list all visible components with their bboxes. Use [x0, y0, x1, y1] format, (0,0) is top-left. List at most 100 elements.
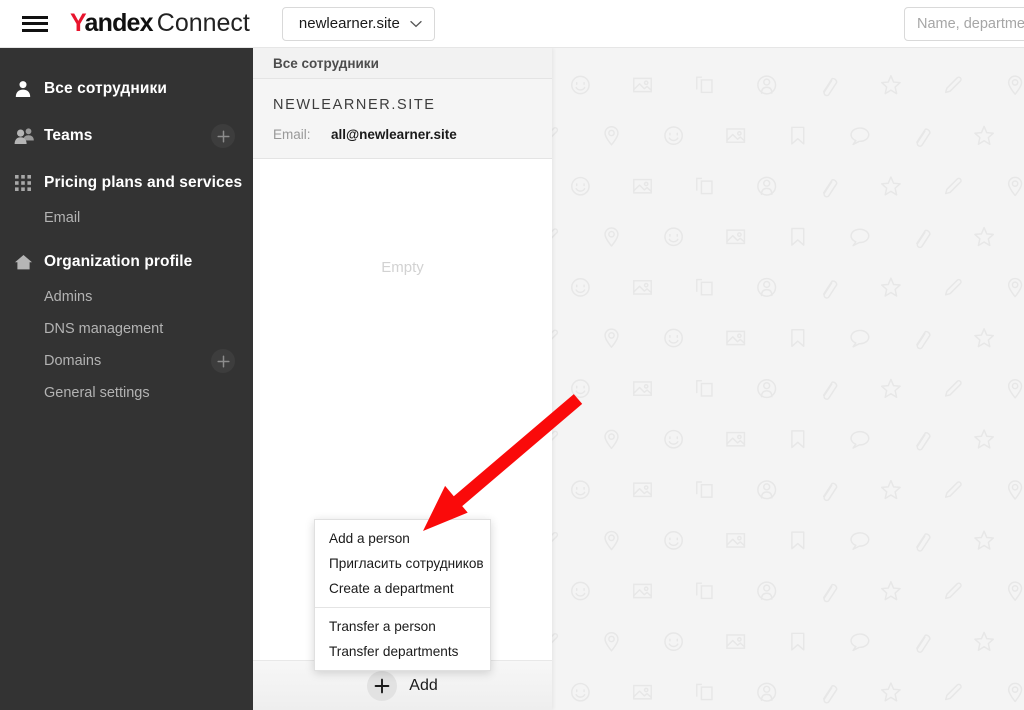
menu-item-transfer-departments[interactable]: Transfer departments [315, 639, 490, 664]
pencil-icon [944, 582, 962, 600]
pencil-icon [944, 76, 962, 94]
smiley-icon [664, 328, 683, 348]
avatar-icon [757, 480, 777, 500]
smiley-icon [664, 227, 683, 247]
email-row: Email: all@newlearner.site [273, 127, 532, 142]
sidebar-item-label: Teams [44, 127, 93, 144]
sidebar-item-label: Organization profile [44, 253, 193, 270]
star-icon [880, 682, 901, 702]
paperclip-icon [916, 229, 931, 249]
pin-icon [604, 227, 619, 247]
photo-icon [633, 77, 652, 93]
empty-state-label: Empty [381, 259, 424, 276]
grid-icon [14, 174, 44, 192]
pin-icon [1007, 682, 1023, 703]
speech-bubble-icon [850, 329, 870, 348]
email-label: Email: [273, 127, 311, 142]
sidebar-item-all-employees[interactable]: Все сотрудники [0, 70, 253, 108]
copy-icon [696, 380, 713, 397]
menu-item-add-a-person[interactable]: Add a person [315, 526, 490, 551]
smiley-icon [571, 581, 590, 601]
sidebar-item-general-settings[interactable]: General settings [0, 377, 253, 409]
paperclip-icon [822, 482, 838, 502]
email-value: all@newlearner.site [331, 127, 457, 142]
bookmark-icon [791, 632, 805, 651]
copy-icon [696, 278, 713, 296]
paperclip-icon [822, 381, 838, 400]
hamburger-icon[interactable] [22, 14, 48, 34]
sidebar-item-teams[interactable]: Teams [0, 117, 253, 155]
paperclip-icon [822, 583, 838, 603]
search-container [904, 7, 1024, 41]
smiley-icon [664, 632, 683, 651]
sidebar-item-domains[interactable]: Domains [0, 345, 253, 377]
photo-icon [633, 381, 652, 396]
pencil-icon [944, 278, 962, 296]
sidebar-item-email[interactable]: Email [0, 202, 253, 234]
smiley-icon [571, 682, 590, 702]
sidebar-item-label: Все сотрудники [44, 80, 167, 97]
org-selector[interactable]: newlearner.site [281, 6, 435, 41]
sidebar-item-organization-profile[interactable]: Organization profile [0, 243, 253, 281]
plus-icon [367, 670, 398, 701]
copy-icon [696, 177, 713, 195]
paperclip-icon [916, 634, 931, 653]
paperclip-icon [916, 533, 931, 552]
smiley-icon [571, 75, 590, 95]
paperclip-icon [822, 179, 838, 198]
paperclip-icon [916, 330, 931, 350]
sidebar-item-pricing-plans[interactable]: Pricing plans and services [0, 164, 253, 202]
breadcrumb[interactable]: Все сотрудники [253, 48, 552, 79]
pencil-icon [944, 481, 962, 498]
pin-icon [604, 328, 619, 348]
star-icon [974, 328, 995, 348]
sidebar-item-dns-management[interactable]: DNS management [0, 313, 253, 345]
smiley-icon [571, 379, 590, 398]
pencil-icon [944, 177, 962, 195]
paperclip-icon [916, 128, 931, 147]
menu-item-transfer-a-person[interactable]: Transfer a person [315, 614, 490, 639]
brand-letter-y: Y [70, 9, 85, 37]
pin-icon [1007, 277, 1023, 298]
pin-icon [604, 632, 619, 652]
avatar-icon [757, 581, 777, 601]
app-header: Yandex Connect newlearner.site [0, 0, 1024, 48]
org-selector-label: newlearner.site [298, 15, 400, 32]
smiley-icon [664, 429, 683, 449]
sidebar-item-admins[interactable]: Admins [0, 281, 253, 313]
star-icon [880, 479, 901, 500]
paperclip-icon [822, 77, 838, 97]
avatar-icon [757, 176, 777, 196]
avatar-icon [757, 277, 777, 297]
sidebar: Все сотрудники Teams Pricing plans and s… [0, 48, 253, 710]
avatar-icon [757, 75, 777, 95]
menu-item-invite-employees[interactable]: Пригласить сотрудников [315, 551, 490, 576]
menu-separator [315, 607, 490, 608]
pin-icon [1007, 480, 1023, 500]
star-icon [974, 226, 995, 247]
speech-bubble-icon [850, 228, 870, 247]
add-button-label: Add [409, 676, 438, 694]
photo-icon [726, 431, 746, 447]
brand-logo[interactable]: Yandex Connect [70, 9, 250, 38]
speech-bubble-icon [850, 532, 870, 550]
paperclip-icon [822, 280, 838, 299]
add-domain-button[interactable] [211, 349, 235, 373]
sidebar-subitem-label: Email [44, 210, 81, 226]
brand-connect: Connect [156, 9, 250, 37]
star-icon [880, 75, 901, 95]
star-icon [880, 176, 901, 196]
star-icon [974, 429, 995, 449]
add-team-button[interactable] [211, 124, 235, 148]
copy-icon [696, 683, 713, 701]
menu-item-create-a-department[interactable]: Create a department [315, 576, 490, 601]
sidebar-subitem-label: Domains [44, 353, 102, 369]
sidebar-subitem-label: Admins [44, 289, 93, 305]
avatar-icon [757, 682, 777, 702]
paperclip-icon [822, 685, 838, 704]
copy-icon [696, 582, 713, 600]
search-input[interactable] [904, 7, 1024, 41]
photo-icon [633, 684, 652, 700]
